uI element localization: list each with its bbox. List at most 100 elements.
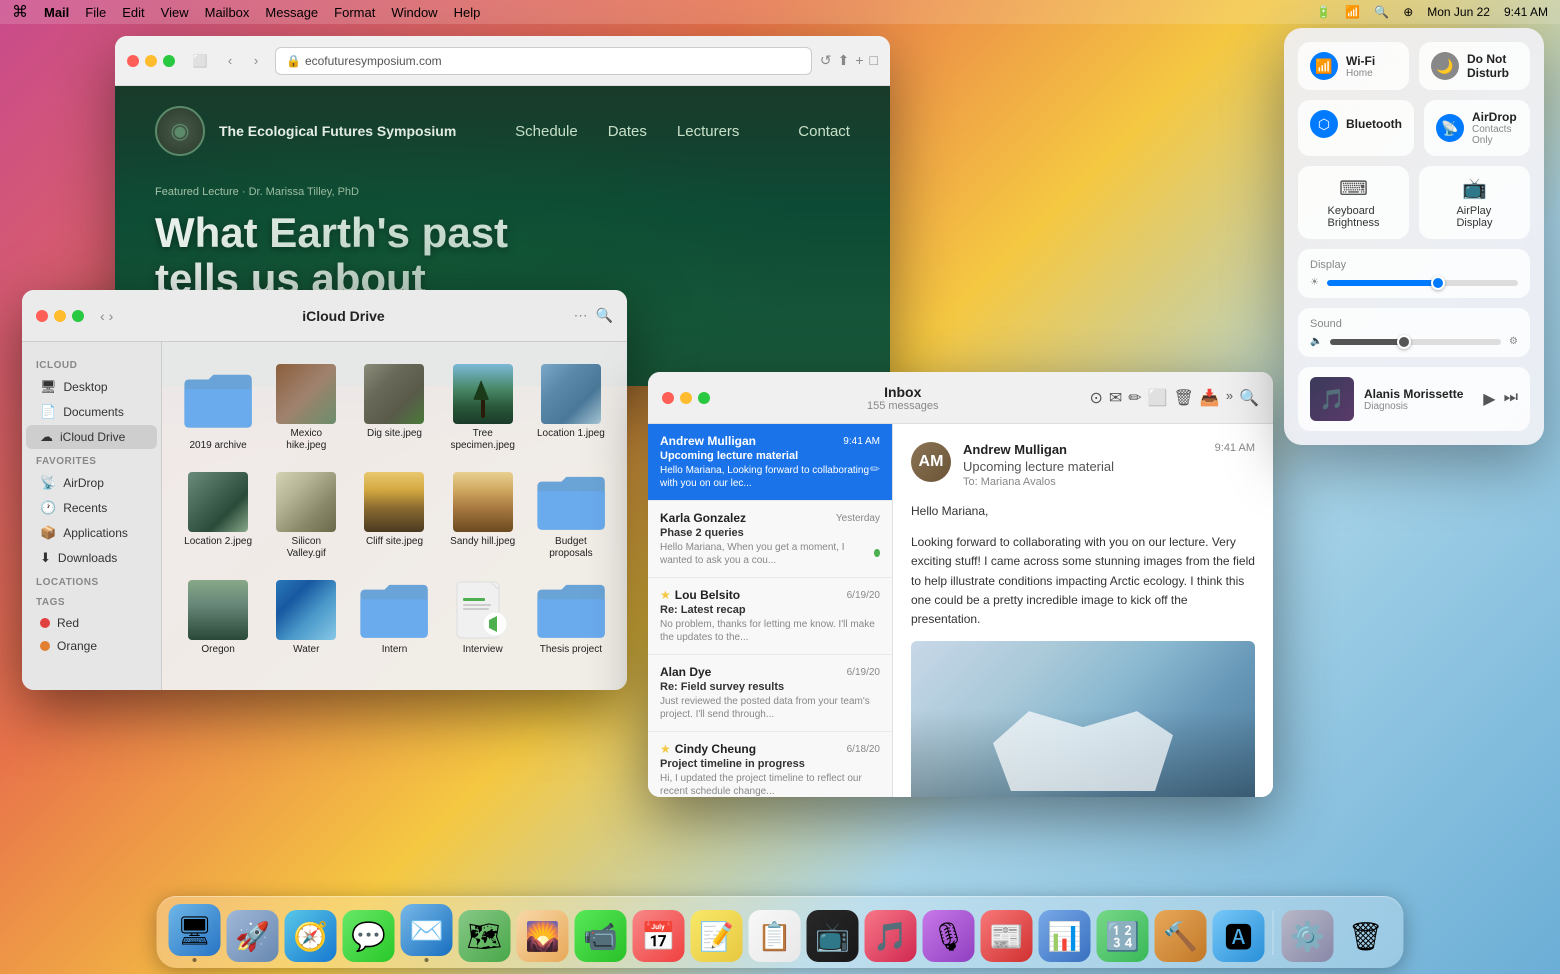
file-item-intern[interactable]: Intern (354, 574, 434, 662)
menu-window[interactable]: Window (391, 5, 437, 20)
control-center-icon[interactable]: ⊕ (1403, 5, 1413, 19)
skip-forward-button[interactable]: ⏭ (1504, 389, 1518, 409)
finder-search-icon[interactable]: 🔍 (596, 307, 613, 324)
play-button[interactable]: ▶ (1483, 389, 1495, 409)
dock-safari[interactable]: 🧭 (285, 910, 337, 962)
sidebar-tag-orange[interactable]: Orange (26, 635, 157, 657)
sidebar-item-icloud-drive[interactable]: ☁ iCloud Drive (26, 425, 157, 449)
dock-keynote[interactable]: 📊 (1039, 910, 1091, 962)
dock-launchpad[interactable]: 🚀 (227, 910, 279, 962)
cc-keyboard-brightness-tile[interactable]: ⌨ KeyboardBrightness (1298, 166, 1409, 239)
file-item-location2[interactable]: Location 2.jpeg (178, 466, 258, 566)
finder-maximize-button[interactable] (72, 310, 84, 322)
sidebar-item-documents[interactable]: 📄 Documents (26, 400, 157, 424)
menu-mail[interactable]: Mail (44, 5, 69, 20)
mail-compose-icon[interactable]: ⊙ (1089, 388, 1102, 408)
sidebar-item-desktop[interactable]: 🖥 Desktop (26, 375, 157, 399)
volume-slider[interactable] (1330, 339, 1501, 345)
mail-archive-icon[interactable]: 📥 (1200, 388, 1220, 408)
menu-mailbox[interactable]: Mailbox (205, 5, 250, 20)
dock-numbers[interactable]: 🔢 (1097, 910, 1149, 962)
refresh-icon[interactable]: ↺ (820, 52, 832, 69)
mail-reply-icon[interactable]: ✏ (1128, 388, 1141, 408)
mail-close-button[interactable] (662, 392, 674, 404)
sidebar-toggle-icon[interactable]: ⬜ (189, 50, 211, 72)
dock-maps[interactable]: 🗺 (459, 910, 511, 962)
menu-view[interactable]: View (161, 5, 189, 20)
browser-nav-contact[interactable]: Contact (798, 123, 850, 140)
file-item-2019-archive[interactable]: 2019 archive (178, 358, 258, 458)
file-item-silicon-valley[interactable]: Silicon Valley.gif (266, 466, 346, 566)
mail-item-karla[interactable]: Karla Gonzalez Yesterday Phase 2 queries… (648, 501, 892, 578)
file-item-thesis-project[interactable]: Thesis project (531, 574, 611, 662)
dock-finder[interactable]: 🖥 (169, 904, 221, 962)
file-item-mexico-hike[interactable]: Mexico hike.jpeg (266, 358, 346, 458)
file-item-budget-proposals[interactable]: Budget proposals (531, 466, 611, 566)
finder-minimize-button[interactable] (54, 310, 66, 322)
mail-item-alan[interactable]: Alan Dye 6/19/20 Re: Field survey result… (648, 655, 892, 732)
mail-item-cindy[interactable]: ★ Cindy Cheung 6/18/20 Project timeline … (648, 732, 892, 797)
browser-nav-lecturers[interactable]: Lecturers (677, 123, 740, 140)
menu-message[interactable]: Message (265, 5, 318, 20)
sidebar-item-applications[interactable]: 📦 Applications (26, 521, 157, 545)
close-button[interactable] (127, 55, 139, 67)
mail-delete-icon[interactable]: 🗑 (1174, 388, 1194, 408)
apple-logo-icon[interactable]: ⌘ (12, 2, 28, 22)
mail-item-lou[interactable]: ★ Lou Belsito 6/19/20 Re: Latest recap N… (648, 578, 892, 655)
address-bar[interactable]: 🔒 ecofuturesymposium.com (275, 47, 812, 75)
sidebar-item-recents[interactable]: 🕐 Recents (26, 496, 157, 520)
browser-nav-schedule[interactable]: Schedule (515, 123, 578, 140)
back-button[interactable]: ‹ (219, 50, 241, 72)
dock-messages[interactable]: 💬 (343, 910, 395, 962)
file-item-tree-specimen[interactable]: Tree specimen.jpeg (443, 358, 523, 458)
dock-photos[interactable]: 🌄 (517, 910, 569, 962)
cc-dnd-tile[interactable]: 🌙 Do Not Disturb (1419, 42, 1530, 90)
file-item-interview[interactable]: Interview (443, 574, 523, 662)
cc-airplay-display-tile[interactable]: 📺 AirPlayDisplay (1419, 166, 1530, 239)
share-icon[interactable]: ⬆ (838, 52, 850, 69)
cc-bluetooth-tile[interactable]: ⬡ Bluetooth (1298, 100, 1414, 156)
finder-close-button[interactable] (36, 310, 48, 322)
mail-more-icon[interactable]: » (1226, 388, 1233, 408)
file-item-oregon[interactable]: Oregon (178, 574, 258, 662)
menu-format[interactable]: Format (334, 5, 375, 20)
dock-app-store[interactable]: 🅰 (1213, 910, 1265, 962)
file-item-cliff-site[interactable]: Cliff site.jpeg (354, 466, 434, 566)
mail-send-icon[interactable]: ✉ (1109, 388, 1122, 408)
dock-notes[interactable]: 📝 (691, 910, 743, 962)
minimize-button[interactable] (145, 55, 157, 67)
finder-forward-button[interactable]: › (109, 308, 114, 324)
cc-airdrop-tile[interactable]: 📡 AirDrop Contacts Only (1424, 100, 1530, 156)
file-item-dig-site[interactable]: Dig site.jpeg (354, 358, 434, 458)
search-icon[interactable]: 🔍 (1374, 5, 1389, 19)
brightness-slider[interactable] (1327, 280, 1518, 286)
browser-nav-dates[interactable]: Dates (608, 123, 647, 140)
dock-mail[interactable]: ✉️ (401, 904, 453, 962)
dock-apple-tv[interactable]: 📺 (807, 910, 859, 962)
dock-reminders[interactable]: 📋 (749, 910, 801, 962)
add-tab-icon[interactable]: + (855, 52, 863, 69)
dock-trash[interactable]: 🗑 (1340, 910, 1392, 962)
file-item-water[interactable]: Water (266, 574, 346, 662)
reading-list-icon[interactable]: □ (870, 52, 878, 69)
sidebar-item-airdrop[interactable]: 📡 AirDrop (26, 471, 157, 495)
sidebar-tag-red[interactable]: Red (26, 612, 157, 634)
mail-maximize-button[interactable] (698, 392, 710, 404)
dock-podcasts[interactable]: 🎙 (923, 910, 975, 962)
menu-edit[interactable]: Edit (122, 5, 144, 20)
dock-music[interactable]: 🎵 (865, 910, 917, 962)
mail-search-icon[interactable]: 🔍 (1239, 388, 1259, 408)
dock-news[interactable]: 📰 (981, 910, 1033, 962)
dock-pages[interactable]: 🔨 (1155, 910, 1207, 962)
sidebar-item-downloads[interactable]: ⬇ Downloads (26, 546, 157, 570)
finder-view-options-icon[interactable]: ⋯ (574, 307, 588, 324)
mail-move-icon[interactable]: ⬜ (1148, 388, 1168, 408)
dock-facetime[interactable]: 📹 (575, 910, 627, 962)
dock-system-prefs[interactable]: ⚙️ (1282, 910, 1334, 962)
cc-wifi-tile[interactable]: 📶 Wi-Fi Home (1298, 42, 1409, 90)
file-item-sandy-hill[interactable]: Sandy hill.jpeg (443, 466, 523, 566)
menu-file[interactable]: File (85, 5, 106, 20)
finder-back-button[interactable]: ‹ (100, 308, 105, 324)
mail-item-andrew[interactable]: Andrew Mulligan 9:41 AM Upcoming lecture… (648, 424, 892, 501)
file-item-location1[interactable]: Location 1.jpeg (531, 358, 611, 458)
